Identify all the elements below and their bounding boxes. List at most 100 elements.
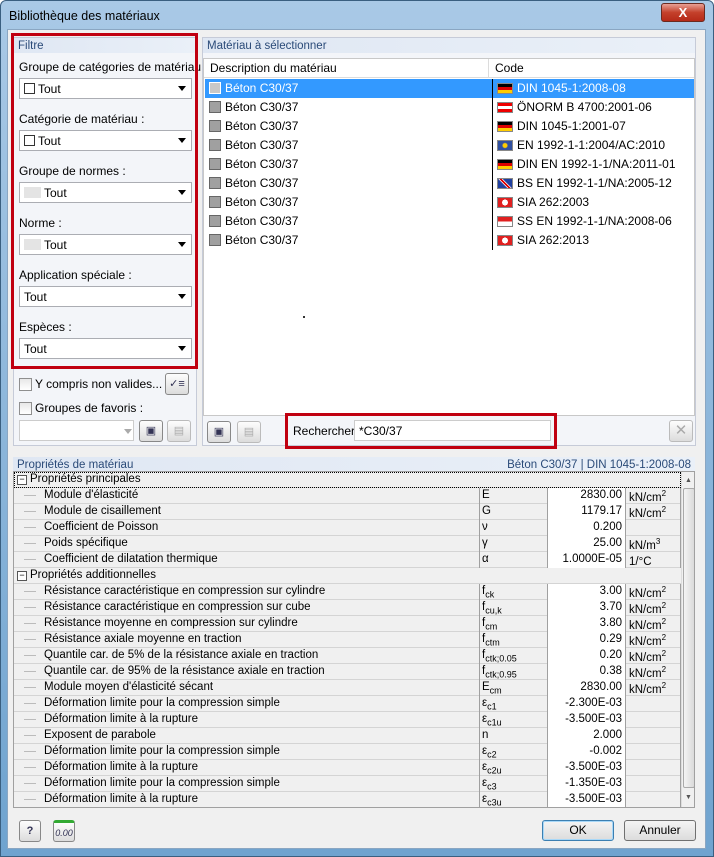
property-symbol: fctk;0.95: [479, 664, 547, 680]
edit-material-icon[interactable]: ▤: [237, 421, 261, 443]
property-value[interactable]: -3.500E-03: [547, 792, 625, 807]
column-description[interactable]: Description du matériau: [204, 59, 489, 78]
property-value[interactable]: 3.80: [547, 616, 625, 632]
property-unit: [625, 712, 681, 728]
property-value[interactable]: 3.70: [547, 600, 625, 616]
property-name: Exposent de parabole: [44, 729, 156, 741]
property-unit: [625, 760, 681, 776]
property-row: Résistance axiale moyenne en traction fc…: [14, 632, 681, 648]
tree-line: [24, 767, 36, 768]
property-value[interactable]: 25.00: [547, 536, 625, 552]
property-row: Poids spécifique γ 25.00 kN/m3: [14, 536, 681, 552]
material-row[interactable]: Béton C30/37 EN 1992-1-1:2004/AC:2010: [205, 136, 694, 155]
property-value[interactable]: 3.00: [547, 584, 625, 600]
color-swatch-icon: [209, 215, 221, 227]
property-symbol: α: [479, 552, 547, 568]
material-row[interactable]: Béton C30/37 BS EN 1992-1-1/NA:2005-12: [205, 174, 694, 193]
tree-line: [24, 623, 36, 624]
property-unit: kN/cm2: [625, 488, 681, 504]
filter-highlight: [11, 33, 198, 369]
material-code: SS EN 1992-1-1/NA:2008-06: [517, 214, 672, 228]
include-invalid-checkbox[interactable]: Y compris non valides...: [19, 377, 162, 392]
search-highlight: [285, 413, 557, 449]
property-row: Déformation limite à la rupture εc1u -3.…: [14, 712, 681, 728]
tree-line: [24, 559, 36, 560]
property-symbol: Ecm: [479, 680, 547, 696]
scrollbar-thumb[interactable]: [683, 488, 694, 788]
tree-line: [24, 607, 36, 608]
tree-line: [24, 671, 36, 672]
properties-title: Propriétés de matériau: [17, 459, 134, 471]
property-unit: [625, 792, 681, 807]
tree-line: [24, 751, 36, 752]
properties-scrollbar[interactable]: ▲ ▼: [681, 472, 694, 807]
property-value[interactable]: 0.20: [547, 648, 625, 664]
material-row[interactable]: Béton C30/37 ÖNORM B 4700:2001-06: [205, 98, 694, 117]
germany-flag-icon: [497, 83, 513, 94]
new-favorite-icon[interactable]: ▣: [139, 420, 163, 442]
tree-line: [24, 783, 36, 784]
property-row: Module de cisaillement G 1179.17 kN/cm2: [14, 504, 681, 520]
help-icon[interactable]: ?: [19, 820, 41, 842]
property-unit: [625, 776, 681, 792]
chevron-down-icon: [124, 429, 132, 434]
property-value[interactable]: 2.000: [547, 728, 625, 744]
column-code[interactable]: Code: [489, 59, 694, 78]
material-row[interactable]: Béton C30/37 DIN EN 1992-1-1/NA:2011-01: [205, 155, 694, 174]
property-unit: [625, 696, 681, 712]
property-value[interactable]: 1.0000E-05: [547, 552, 625, 568]
property-value[interactable]: 0.200: [547, 520, 625, 536]
collapse-icon[interactable]: −: [17, 571, 27, 581]
property-value[interactable]: -2.300E-03: [547, 696, 625, 712]
property-name: Module d'élasticité: [44, 489, 139, 501]
eu-flag-icon: [497, 140, 513, 151]
edit-favorite-icon[interactable]: ▤: [167, 420, 191, 442]
material-row[interactable]: Béton C30/37 SS EN 1992-1-1/NA:2008-06: [205, 212, 694, 231]
material-code: DIN EN 1992-1-1/NA:2011-01: [517, 157, 676, 171]
property-value[interactable]: 2830.00: [547, 680, 625, 696]
property-value[interactable]: -0.002: [547, 744, 625, 760]
color-swatch-icon: [209, 177, 221, 189]
materials-header: Matériau à sélectionner: [203, 38, 695, 53]
color-swatch-icon: [209, 120, 221, 132]
material-row[interactable]: Béton C30/37 DIN 1045-1:2008-08: [205, 79, 694, 98]
property-name: Déformation limite à la rupture: [44, 713, 199, 725]
clear-search-icon[interactable]: ✕: [669, 420, 693, 442]
property-value[interactable]: 0.29: [547, 632, 625, 648]
favorites-checkbox[interactable]: Groupes de favoris :: [19, 401, 143, 416]
property-value[interactable]: 1179.17: [547, 504, 625, 520]
cancel-button[interactable]: Annuler: [624, 820, 696, 841]
material-row[interactable]: Béton C30/37 SIA 262:2003: [205, 193, 694, 212]
group-label: Propriétés principales: [30, 473, 141, 485]
property-value[interactable]: -3.500E-03: [547, 712, 625, 728]
property-row: Résistance moyenne en compression sur cy…: [14, 616, 681, 632]
property-value[interactable]: -3.500E-03: [547, 760, 625, 776]
material-row[interactable]: Béton C30/37 SIA 262:2013: [205, 231, 694, 250]
property-name: Poids spécifique: [44, 537, 128, 549]
new-material-icon[interactable]: ▣: [207, 421, 231, 443]
property-group[interactable]: − Propriétés principales: [14, 472, 681, 488]
filter-settings-icon[interactable]: ✓≡: [165, 373, 189, 395]
property-value[interactable]: -1.350E-03: [547, 776, 625, 792]
property-unit: kN/cm2: [625, 600, 681, 616]
material-row[interactable]: Béton C30/37 DIN 1045-1:2001-07: [205, 117, 694, 136]
uk-flag-icon: [497, 178, 513, 189]
property-row: Déformation limite à la rupture εc3u -3.…: [14, 792, 681, 807]
material-code: SIA 262:2003: [517, 195, 590, 209]
property-symbol: εc3u: [479, 792, 547, 807]
property-value[interactable]: 2830.00: [547, 488, 625, 504]
material-code: DIN 1045-1:2008-08: [517, 81, 626, 95]
tree-line: [24, 527, 36, 528]
close-button[interactable]: X: [661, 3, 705, 22]
property-row: Coefficient de dilatation thermique α 1.…: [14, 552, 681, 568]
tree-line: [24, 495, 36, 496]
favorites-combo[interactable]: [19, 420, 134, 441]
property-group[interactable]: − Propriétés additionnelles: [14, 568, 681, 584]
material-code: DIN 1045-1:2001-07: [517, 119, 626, 133]
units-icon[interactable]: 0.00: [53, 820, 75, 842]
collapse-icon[interactable]: −: [17, 475, 27, 485]
property-unit: [625, 520, 681, 536]
property-value[interactable]: 0.38: [547, 664, 625, 680]
ok-button[interactable]: OK: [542, 820, 614, 841]
property-symbol: G: [479, 504, 547, 520]
